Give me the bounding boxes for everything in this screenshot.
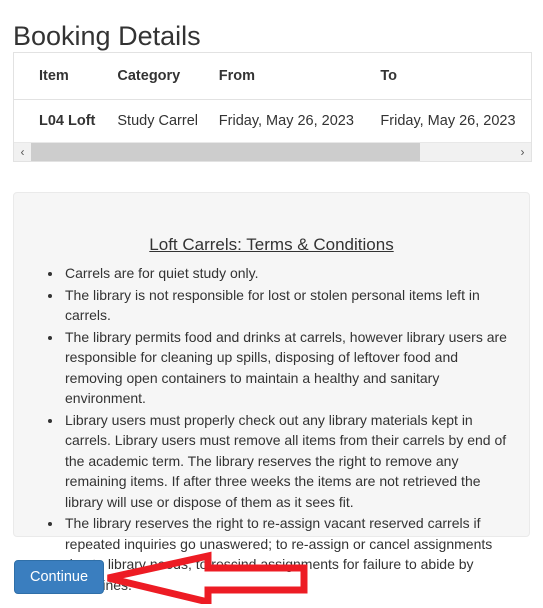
column-header-item: Item [14,53,118,100]
scroll-right-arrow-icon[interactable]: › [514,143,531,161]
list-item: The library reserves the right to re-ass… [63,513,515,595]
list-item: The library permits food and drinks at c… [63,327,515,409]
continue-button[interactable]: Continue [14,560,104,594]
cell-item: L04 Loft [39,113,96,129]
list-item: The library is not responsible for lost … [63,285,515,326]
scrollbar-thumb[interactable] [31,143,420,161]
page-title: Booking Details [13,21,201,52]
booking-details-table: Item Category From To L04 Loft Study Car… [14,53,531,142]
column-header-to: To [380,53,531,100]
cell-from: Friday, May 26, 2023 [218,113,354,129]
table-header: Item Category From To [14,53,531,100]
table-horizontal-scrollbar[interactable]: ‹ › [14,142,531,161]
terms-list: Carrels are for quiet study only. The li… [14,263,529,595]
column-header-from: From [218,53,381,100]
list-item: Carrels are for quiet study only. [63,263,515,284]
terms-title: Loft Carrels: Terms & Conditions [149,235,394,254]
table-row: L04 Loft Study Carrel Friday, May 26, 20… [14,100,531,143]
list-item: Library users must properly check out an… [63,410,515,513]
column-header-category: Category [117,53,219,100]
table-body: L04 Loft Study Carrel Friday, May 26, 20… [14,100,531,143]
scroll-left-arrow-icon[interactable]: ‹ [14,143,31,161]
table-header-row: Item Category From To [14,53,531,100]
cell-category: Study Carrel [117,113,198,129]
cell-to: Friday, May 26, 2023 [380,113,516,129]
terms-and-conditions-panel: Loft Carrels: Terms & Conditions Carrels… [13,192,530,593]
scrollbar-track[interactable] [31,143,514,161]
booking-details-table-container: Item Category From To L04 Loft Study Car… [13,52,532,162]
